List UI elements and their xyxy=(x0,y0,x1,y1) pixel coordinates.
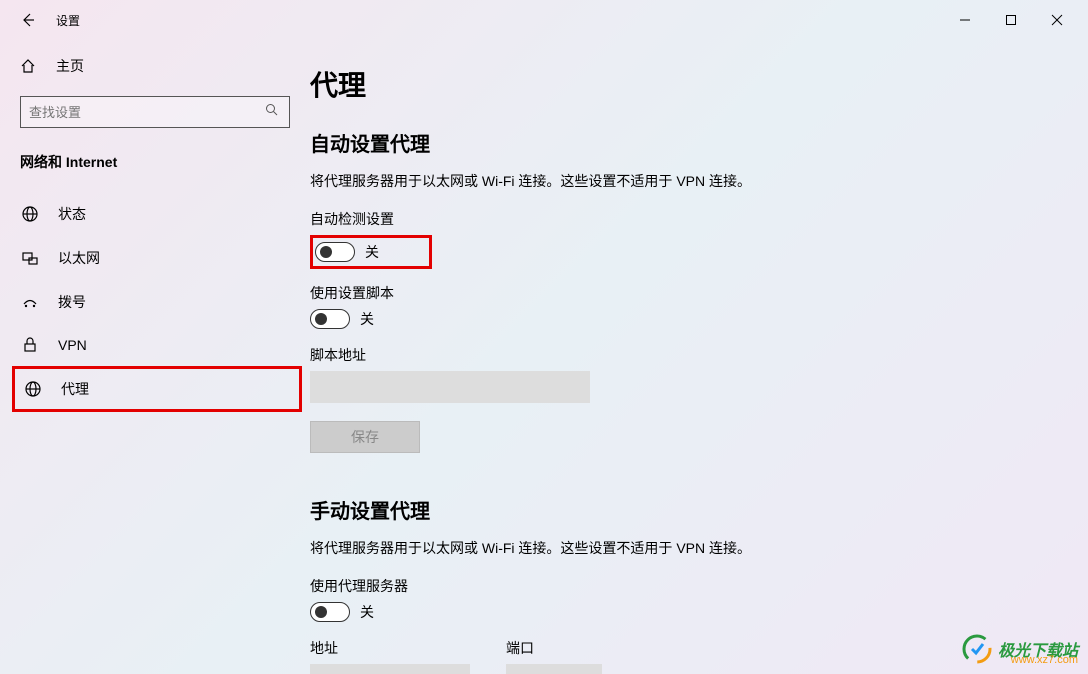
script-address-input[interactable] xyxy=(310,371,590,403)
minimize-icon xyxy=(959,14,971,26)
toggle-knob xyxy=(315,313,327,325)
sidebar: 主页 网络和 Internet 状态 以太网 拨号 VPN xyxy=(0,40,310,674)
toggle-knob xyxy=(320,246,332,258)
maximize-button[interactable] xyxy=(988,0,1034,40)
content: 主页 网络和 Internet 状态 以太网 拨号 VPN xyxy=(0,40,1088,674)
auto-section-desc: 将代理服务器用于以太网或 Wi-Fi 连接。这些设置不适用于 VPN 连接。 xyxy=(310,171,1088,191)
window-controls xyxy=(942,0,1080,40)
sidebar-item-label: VPN xyxy=(58,337,87,353)
sidebar-item-vpn[interactable]: VPN xyxy=(0,324,310,366)
home-icon xyxy=(20,58,40,74)
back-arrow-icon xyxy=(20,12,36,28)
page-title: 代理 xyxy=(310,64,1088,104)
port-label: 端口 xyxy=(506,638,602,658)
sidebar-item-label: 状态 xyxy=(58,204,86,224)
script-address-label: 脚本地址 xyxy=(310,345,1088,365)
use-proxy-toggle[interactable] xyxy=(310,602,350,622)
use-script-row: 关 xyxy=(310,309,1088,329)
manual-section-desc: 将代理服务器用于以太网或 Wi-Fi 连接。这些设置不适用于 VPN 连接。 xyxy=(310,538,1088,558)
close-icon xyxy=(1051,14,1063,26)
watermark-url: www.xz7.com xyxy=(1011,654,1078,666)
use-proxy-state: 关 xyxy=(360,602,374,622)
sidebar-item-proxy[interactable]: 代理 xyxy=(12,366,302,412)
status-icon xyxy=(20,205,40,223)
window-title: 设置 xyxy=(56,12,80,29)
maximize-icon xyxy=(1005,14,1017,26)
use-script-toggle[interactable] xyxy=(310,309,350,329)
main-content: 代理 自动设置代理 将代理服务器用于以太网或 Wi-Fi 连接。这些设置不适用于… xyxy=(310,40,1088,674)
watermark: 极光下载站 www.xz7.com xyxy=(962,634,1078,664)
auto-detect-state: 关 xyxy=(365,242,379,262)
sidebar-item-status[interactable]: 状态 xyxy=(0,192,310,236)
use-script-state: 关 xyxy=(360,309,374,329)
sidebar-item-ethernet[interactable]: 以太网 xyxy=(0,236,310,280)
ethernet-icon xyxy=(20,249,40,267)
auto-detect-toggle[interactable] xyxy=(315,242,355,262)
manual-section-title: 手动设置代理 xyxy=(310,495,1088,524)
dialup-icon xyxy=(20,293,40,311)
auto-detect-label: 自动检测设置 xyxy=(310,209,1088,229)
sidebar-item-label: 代理 xyxy=(61,379,89,399)
proxy-icon xyxy=(23,380,43,398)
toggle-knob xyxy=(315,606,327,618)
sidebar-item-label: 拨号 xyxy=(58,292,86,312)
minimize-button[interactable] xyxy=(942,0,988,40)
sidebar-item-label: 以太网 xyxy=(58,248,100,268)
use-proxy-row: 关 xyxy=(310,602,1088,622)
save-button[interactable]: 保存 xyxy=(310,421,420,453)
vpn-icon xyxy=(20,336,40,354)
search-input[interactable] xyxy=(29,105,265,120)
search-icon xyxy=(265,103,281,122)
home-link[interactable]: 主页 xyxy=(0,48,310,84)
category-header: 网络和 Internet xyxy=(0,144,310,180)
sidebar-item-dialup[interactable]: 拨号 xyxy=(0,280,310,324)
back-button[interactable] xyxy=(8,0,48,40)
use-proxy-label: 使用代理服务器 xyxy=(310,576,1088,596)
auto-detect-highlight: 关 xyxy=(310,235,432,269)
titlebar: 设置 xyxy=(0,0,1088,40)
address-input[interactable] xyxy=(310,664,470,674)
search-box[interactable] xyxy=(20,96,290,128)
watermark-logo-icon xyxy=(962,634,992,664)
auto-section-title: 自动设置代理 xyxy=(310,128,1088,157)
home-label: 主页 xyxy=(56,56,84,76)
close-button[interactable] xyxy=(1034,0,1080,40)
address-label: 地址 xyxy=(310,638,470,658)
port-input[interactable] xyxy=(506,664,602,674)
use-script-label: 使用设置脚本 xyxy=(310,283,1088,303)
nav-list: 状态 以太网 拨号 VPN 代理 xyxy=(0,192,310,412)
